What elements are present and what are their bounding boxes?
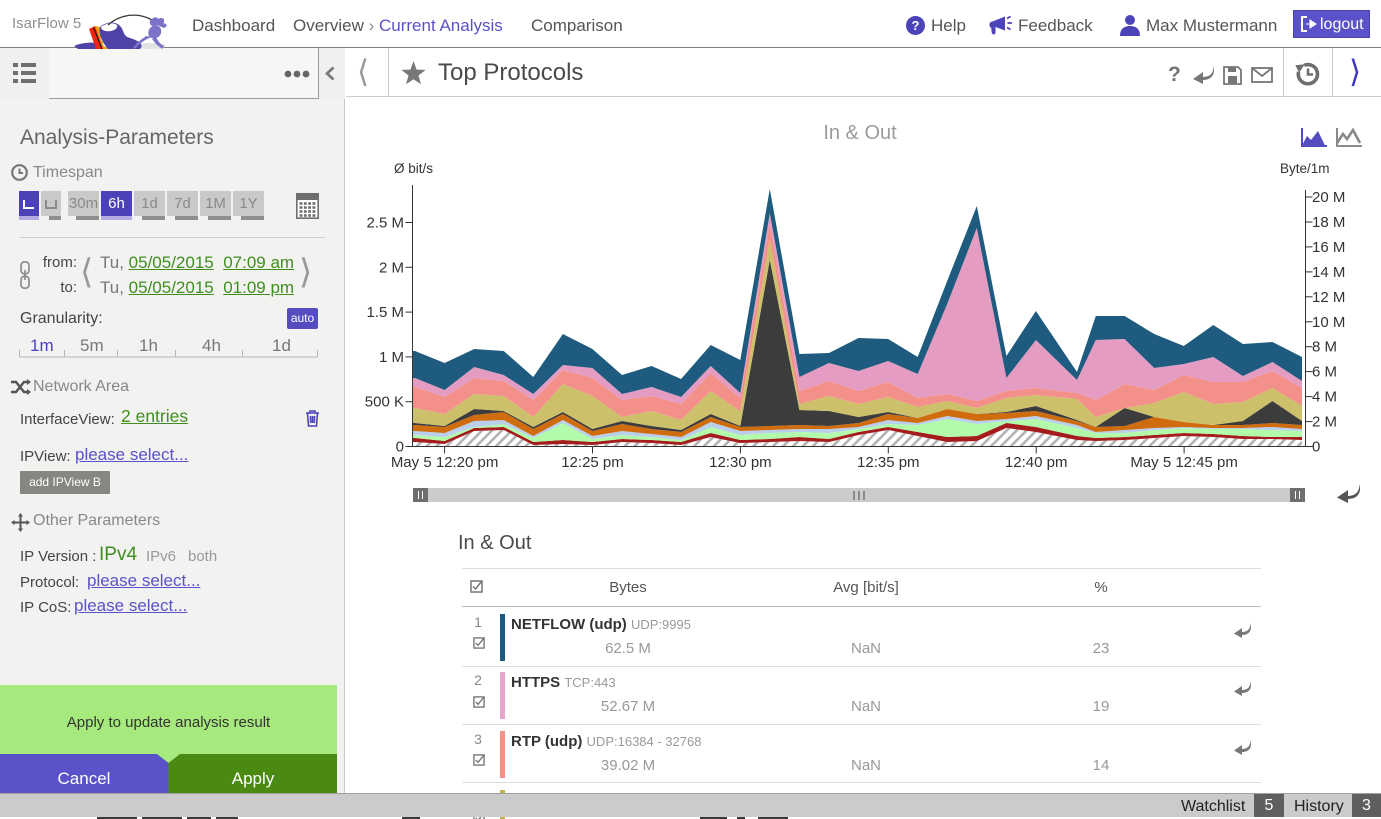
svg-text:0: 0 (396, 439, 404, 456)
svg-text:12:25 pm: 12:25 pm (561, 454, 624, 471)
svg-text:14 M: 14 M (1312, 264, 1345, 281)
svg-text:Apply: Apply (232, 769, 275, 788)
svg-text:12:40 pm: 12:40 pm (1005, 454, 1068, 471)
svg-text:18 M: 18 M (1312, 214, 1345, 231)
svg-text:6 M: 6 M (1312, 364, 1337, 381)
svg-text:2 M: 2 M (379, 259, 404, 276)
svg-text:10 M: 10 M (1312, 314, 1345, 331)
svg-text:0: 0 (1312, 439, 1320, 456)
svg-text:12 M: 12 M (1312, 289, 1345, 306)
svg-text:1 M: 1 M (379, 349, 404, 366)
svg-text:12:35 pm: 12:35 pm (857, 454, 920, 471)
svg-text:May 5 12:20 pm: May 5 12:20 pm (391, 454, 499, 471)
svg-text:2.5 M: 2.5 M (366, 215, 404, 232)
svg-text:Cancel: Cancel (58, 769, 111, 788)
svg-text:?: ? (912, 18, 920, 33)
svg-text:500 K: 500 K (365, 394, 404, 411)
svg-text:8 M: 8 M (1312, 339, 1337, 356)
svg-text:2 M: 2 M (1312, 414, 1337, 431)
svg-text:20 M: 20 M (1312, 189, 1345, 206)
svg-text:1.5 M: 1.5 M (366, 304, 404, 321)
svg-text:12:30 pm: 12:30 pm (709, 454, 772, 471)
svg-text:May 5 12:45 pm: May 5 12:45 pm (1130, 454, 1238, 471)
svg-text:16 M: 16 M (1312, 239, 1345, 256)
svg-text:4 M: 4 M (1312, 389, 1337, 406)
